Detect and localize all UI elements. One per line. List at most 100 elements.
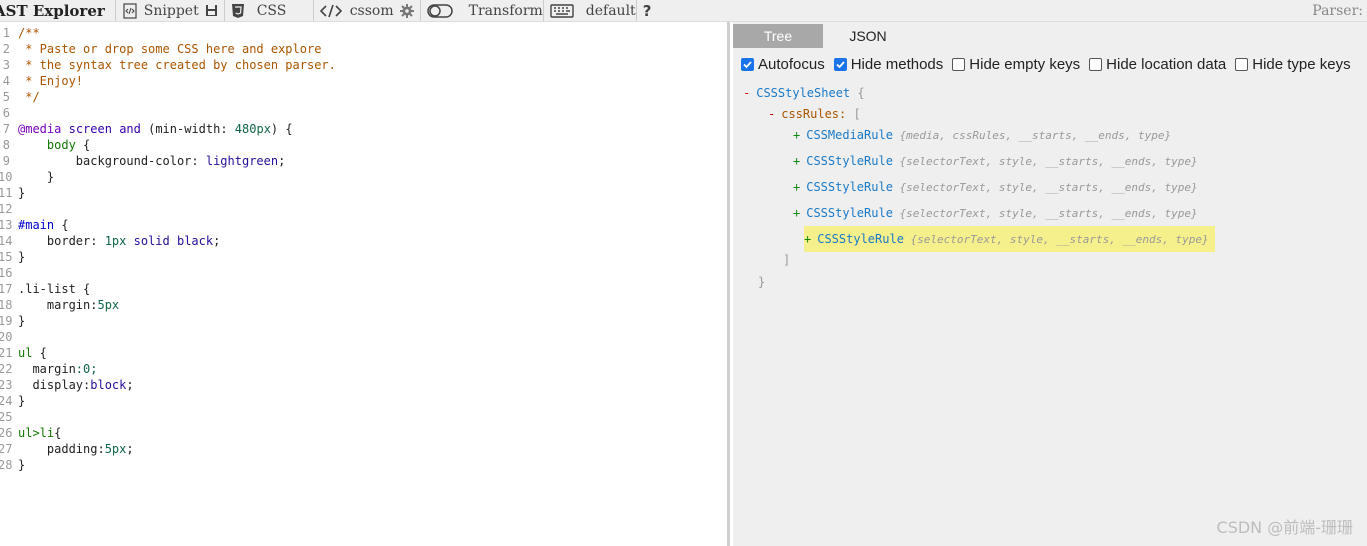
node-summary: {selectorText, style, __starts, __ends, …: [892, 181, 1198, 194]
gear-icon[interactable]: [394, 0, 420, 21]
line-number: 22: [0, 362, 13, 376]
line-number: 17: [0, 282, 13, 296]
line-number: 9: [2, 154, 10, 168]
line-number: 14: [0, 234, 13, 248]
node-type[interactable]: CSSStyleRule: [817, 232, 904, 246]
line-number: 16: [0, 266, 13, 280]
option-hide-empty-keys[interactable]: Hide empty keys: [952, 56, 1080, 73]
tree-node-rule: + CSSMediaRule {media, cssRules, __starts…: [793, 125, 1171, 145]
code-text: ul {: [18, 346, 47, 360]
line-number: 12: [0, 202, 13, 216]
code-line: 13 #main {: [0, 217, 69, 233]
line-number: 6: [2, 106, 10, 120]
code-text: }: [18, 186, 26, 200]
css3-icon: [225, 0, 251, 21]
checkbox[interactable]: [1235, 57, 1249, 71]
keymap-label: default: [585, 2, 636, 19]
code-line: 5 */: [0, 89, 40, 105]
code-text: * Paste or drop some CSS here and explor…: [18, 42, 322, 56]
node-type[interactable]: CSSStyleRule: [806, 154, 893, 168]
option-label: Hide empty keys: [969, 55, 1081, 73]
language-label: CSS: [256, 2, 287, 19]
line-number: 8: [2, 138, 10, 152]
code-line: 9 background-color: lightgreen;: [0, 153, 286, 169]
collapse-toggle[interactable]: -: [768, 107, 775, 121]
option-hide-methods[interactable]: Hide methods: [833, 56, 943, 73]
code-text: @media screen and (min-width: 480px) {: [18, 122, 293, 136]
tree-node-root: - CSSStyleSheet {: [743, 83, 865, 103]
checkbox[interactable]: [741, 57, 754, 71]
keymap-button[interactable]: default: [544, 0, 636, 21]
expand-toggle[interactable]: +: [793, 206, 800, 220]
checkbox[interactable]: [833, 57, 847, 71]
code-line: 25: [0, 409, 12, 425]
code-line: 11}: [0, 185, 25, 201]
code-line: 16: [0, 265, 13, 281]
code-text: display:block;: [18, 378, 134, 392]
tree-node-rule: + CSSStyleRule {selectorText, style, __st…: [793, 151, 1198, 171]
open-brace: {: [850, 86, 865, 100]
node-type[interactable]: CSSStyleSheet: [756, 86, 850, 100]
expand-toggle[interactable]: +: [793, 180, 800, 194]
code-text: .li-list {: [18, 282, 91, 296]
checkbox[interactable]: [952, 57, 966, 71]
property-key[interactable]: cssRules:: [781, 107, 846, 121]
line-number: 11: [0, 186, 13, 200]
option-hide-location-data[interactable]: Hide location data: [1089, 56, 1226, 73]
code-text: }: [18, 394, 26, 408]
option-autofocus[interactable]: Autofocus: [741, 56, 825, 73]
tree-node-rule: + CSSStyleRule {selectorText, style, __st…: [793, 177, 1198, 197]
question-icon: ?: [642, 1, 652, 20]
line-number: 19: [0, 314, 13, 328]
language-button[interactable]: CSS: [225, 0, 313, 21]
code-text: * the syntax tree created by chosen pars…: [18, 58, 336, 72]
line-number: 28: [0, 458, 13, 472]
code-line: 26 ul>li{: [0, 425, 61, 441]
tree-node-rule: + CSSStyleRule {selectorText, style, __st…: [804, 226, 1215, 252]
line-number: 2: [2, 42, 10, 56]
code-text: */: [18, 90, 40, 104]
node-type[interactable]: CSSStyleRule: [806, 180, 893, 194]
save-icon[interactable]: [199, 0, 224, 21]
code-editor[interactable]: 1/** 2 * Paste or drop some CSS here and …: [0, 22, 730, 546]
collapse-toggle[interactable]: -: [743, 86, 750, 100]
code-text: #main {: [18, 218, 69, 232]
node-type[interactable]: CSSMediaRule: [806, 128, 893, 142]
line-number: 4: [2, 74, 10, 88]
code-line: 18 margin:5px: [0, 297, 119, 313]
expand-toggle[interactable]: +: [804, 232, 811, 246]
code-file-icon: [116, 0, 144, 21]
tab-tree[interactable]: Tree: [733, 24, 823, 48]
code-line: 27 padding:5px;: [0, 441, 134, 457]
parser-name-label: cssom: [349, 2, 394, 19]
close-brace: }: [758, 275, 766, 289]
code-line: 3 * the syntax tree created by chosen pa…: [0, 57, 336, 73]
snippet-button[interactable]: Snippet: [116, 0, 224, 21]
help-button[interactable]: ?: [637, 0, 658, 21]
node-summary: {media, cssRules, __starts, __ends, type…: [892, 129, 1172, 142]
node-type[interactable]: CSSStyleRule: [806, 206, 893, 220]
parser-button[interactable]: cssom: [314, 0, 420, 21]
transform-toggle[interactable]: Transform: [421, 0, 543, 21]
expand-toggle[interactable]: +: [793, 154, 800, 168]
tree-close-brace: }: [758, 272, 765, 292]
code-text: body {: [46, 138, 91, 152]
checkbox[interactable]: [1089, 57, 1103, 71]
node-summary: {selectorText, style, __starts, __ends, …: [903, 233, 1209, 246]
tab-json[interactable]: JSON: [823, 24, 913, 48]
code-line: 7 @media screen and (min-width: 480px) {: [0, 121, 293, 137]
line-number: 15: [0, 250, 13, 264]
line-number: 13: [0, 218, 13, 232]
line-number: 23: [0, 378, 13, 392]
code-text: padding:5px;: [18, 442, 134, 456]
line-number: 5: [2, 90, 10, 104]
open-bracket: [: [846, 107, 861, 121]
line-number: 18: [0, 298, 13, 312]
option-hide-type-keys[interactable]: Hide type keys: [1235, 55, 1351, 73]
option-label: Hide type keys: [1252, 55, 1351, 73]
expand-toggle[interactable]: +: [793, 128, 800, 142]
code-line: 19}: [0, 313, 25, 329]
code-line: 14 border: 1px solid black;: [0, 233, 220, 249]
code-line: 2 * Paste or drop some CSS here and expl…: [0, 41, 322, 57]
code-text: }: [18, 250, 26, 264]
